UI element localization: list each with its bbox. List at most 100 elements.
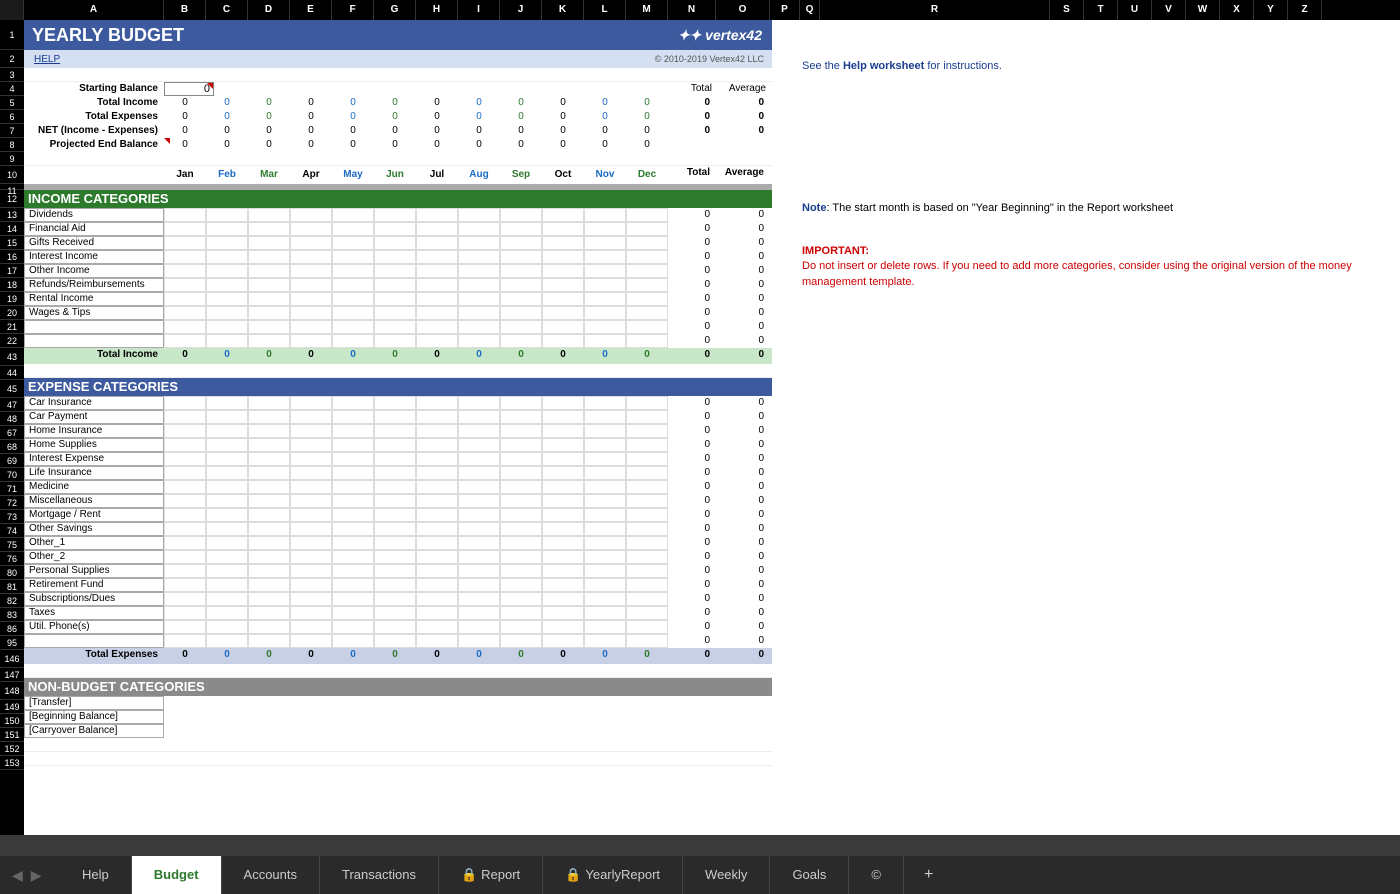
summary-value[interactable]: 0: [206, 124, 248, 138]
category-cell[interactable]: [164, 508, 206, 522]
category-cell[interactable]: [542, 480, 584, 494]
category-cell[interactable]: [332, 564, 374, 578]
category-cell[interactable]: [248, 306, 290, 320]
category-cell[interactable]: [332, 250, 374, 264]
col-header-M[interactable]: M: [626, 0, 668, 20]
category-cell[interactable]: [416, 564, 458, 578]
category-label[interactable]: Other_1: [24, 536, 164, 550]
category-label[interactable]: Mortgage / Rent: [24, 508, 164, 522]
category-cell[interactable]: [416, 522, 458, 536]
category-cell[interactable]: [584, 236, 626, 250]
category-cell[interactable]: [206, 620, 248, 634]
category-cell[interactable]: [584, 208, 626, 222]
category-cell[interactable]: [458, 264, 500, 278]
summary-value[interactable]: 0: [500, 96, 542, 110]
row-header-10[interactable]: 10: [0, 166, 24, 184]
category-cell[interactable]: [542, 592, 584, 606]
category-cell[interactable]: [332, 550, 374, 564]
category-cell[interactable]: [374, 522, 416, 536]
category-cell[interactable]: [626, 508, 668, 522]
category-cell[interactable]: [164, 410, 206, 424]
category-cell[interactable]: [584, 466, 626, 480]
category-cell[interactable]: [458, 334, 500, 348]
category-cell[interactable]: [332, 606, 374, 620]
sheet-tab-accounts[interactable]: Accounts: [222, 856, 320, 894]
category-cell[interactable]: [290, 564, 332, 578]
row-header-153[interactable]: 153: [0, 756, 24, 770]
category-cell[interactable]: [290, 424, 332, 438]
category-cell[interactable]: [458, 250, 500, 264]
row-header-71[interactable]: 71: [0, 482, 24, 496]
category-cell[interactable]: [164, 222, 206, 236]
category-cell[interactable]: [500, 410, 542, 424]
category-cell[interactable]: [332, 438, 374, 452]
category-cell[interactable]: [290, 620, 332, 634]
row-header-75[interactable]: 75: [0, 538, 24, 552]
category-cell[interactable]: [206, 550, 248, 564]
category-cell[interactable]: [332, 424, 374, 438]
category-cell[interactable]: [206, 536, 248, 550]
col-header-U[interactable]: U: [1118, 0, 1152, 20]
category-cell[interactable]: [374, 424, 416, 438]
category-cell[interactable]: [164, 564, 206, 578]
category-cell[interactable]: [542, 438, 584, 452]
category-cell[interactable]: [248, 466, 290, 480]
category-cell[interactable]: [332, 334, 374, 348]
category-cell[interactable]: [500, 634, 542, 648]
summary-value[interactable]: 0: [542, 124, 584, 138]
category-cell[interactable]: [500, 208, 542, 222]
category-cell[interactable]: [542, 306, 584, 320]
category-cell[interactable]: [290, 396, 332, 410]
category-cell[interactable]: [584, 278, 626, 292]
row-header-73[interactable]: 73: [0, 510, 24, 524]
select-all-corner[interactable]: [0, 0, 24, 20]
category-cell[interactable]: [332, 292, 374, 306]
category-cell[interactable]: [500, 236, 542, 250]
category-cell[interactable]: [626, 466, 668, 480]
category-cell[interactable]: [626, 536, 668, 550]
summary-value[interactable]: 0: [248, 96, 290, 110]
row-header-95[interactable]: 95: [0, 636, 24, 650]
category-cell[interactable]: [500, 536, 542, 550]
category-cell[interactable]: [332, 522, 374, 536]
category-cell[interactable]: [164, 522, 206, 536]
category-cell[interactable]: [584, 606, 626, 620]
col-header-K[interactable]: K: [542, 0, 584, 20]
category-cell[interactable]: [542, 236, 584, 250]
category-cell[interactable]: [500, 292, 542, 306]
category-cell[interactable]: [626, 620, 668, 634]
col-header-B[interactable]: B: [164, 0, 206, 20]
category-cell[interactable]: [458, 396, 500, 410]
category-cell[interactable]: [584, 536, 626, 550]
row-header-81[interactable]: 81: [0, 580, 24, 594]
category-cell[interactable]: [584, 292, 626, 306]
summary-value[interactable]: 0: [500, 110, 542, 124]
category-cell[interactable]: [500, 494, 542, 508]
category-label[interactable]: Refunds/Reimbursements: [24, 278, 164, 292]
summary-value[interactable]: 0: [626, 124, 668, 138]
category-cell[interactable]: [374, 264, 416, 278]
category-cell[interactable]: [290, 334, 332, 348]
category-cell[interactable]: [290, 222, 332, 236]
category-cell[interactable]: [248, 236, 290, 250]
category-cell[interactable]: [374, 592, 416, 606]
category-cell[interactable]: [626, 438, 668, 452]
category-cell[interactable]: [416, 592, 458, 606]
row-header-2[interactable]: 2: [0, 50, 24, 68]
summary-value[interactable]: 0: [500, 138, 542, 152]
category-label[interactable]: Other Income: [24, 264, 164, 278]
row-header-43[interactable]: 43: [0, 348, 24, 366]
category-cell[interactable]: [206, 236, 248, 250]
category-cell[interactable]: [164, 536, 206, 550]
category-cell[interactable]: [626, 222, 668, 236]
next-sheet-icon[interactable]: ▶: [31, 867, 42, 884]
category-cell[interactable]: [416, 396, 458, 410]
summary-value[interactable]: 0: [542, 96, 584, 110]
summary-value[interactable]: 0: [374, 96, 416, 110]
category-cell[interactable]: [458, 278, 500, 292]
category-cell[interactable]: [458, 494, 500, 508]
row-header-148[interactable]: 148: [0, 682, 24, 700]
category-cell[interactable]: [164, 606, 206, 620]
row-header-22[interactable]: 22: [0, 334, 24, 348]
category-cell[interactable]: [416, 578, 458, 592]
